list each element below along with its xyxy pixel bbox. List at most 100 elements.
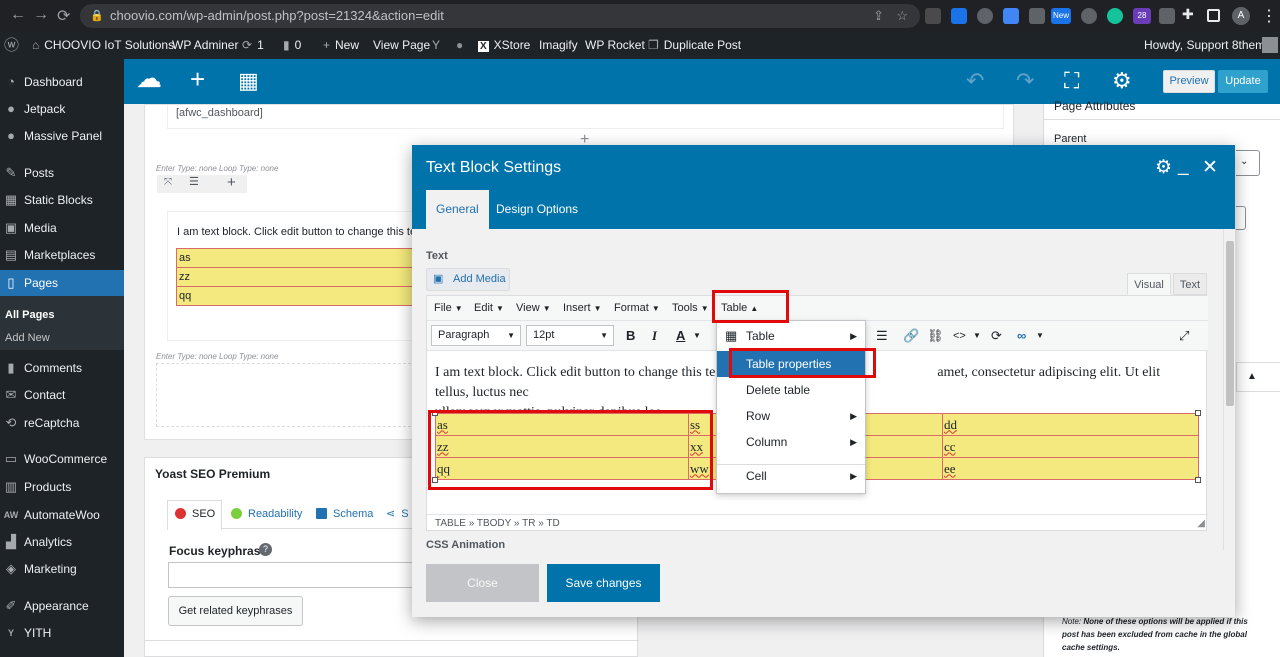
address-bar[interactable]: 🔒 choovio.com/wp-admin/post.php?post=213…: [80, 4, 920, 28]
save-changes-button[interactable]: Save changes: [547, 564, 660, 602]
extension-docs-icon[interactable]: [951, 8, 967, 24]
admin-bar-imagify[interactable]: Imagify: [539, 32, 578, 59]
reload-icon[interactable]: ⟳: [57, 6, 70, 26]
back-icon[interactable]: ←: [10, 6, 26, 24]
sidebar-item-woocommerce[interactable]: ▭ WooCommerce: [0, 446, 124, 472]
menu-tools[interactable]: Tools ▼: [672, 296, 709, 321]
sidebar-item-jetpack[interactable]: ● Jetpack: [0, 96, 124, 122]
admin-bar-howdy[interactable]: Howdy, Support 8theme: [1144, 32, 1272, 59]
move-icon[interactable]: ⤧: [164, 177, 172, 188]
fullscreen-icon[interactable]: ⛶: [1064, 69, 1079, 93]
tab-text[interactable]: Text: [1173, 273, 1207, 295]
yoast-tab-schema[interactable]: Schema: [316, 500, 373, 528]
layout-icon[interactable]: ▦: [238, 69, 259, 93]
sidebar-item-yith[interactable]: Y YITH: [0, 620, 124, 646]
tab-general[interactable]: General: [426, 190, 489, 229]
admin-bar-view-page[interactable]: View Page: [373, 32, 430, 59]
side-panel-icon[interactable]: [1207, 9, 1220, 22]
sidebar-sub-add-new[interactable]: Add New: [5, 332, 50, 344]
extension-x-icon[interactable]: [1159, 8, 1175, 24]
forward-icon[interactable]: →: [33, 6, 49, 24]
font-size-select[interactable]: 12pt ▼: [526, 325, 614, 346]
sidebar-item-comments[interactable]: ▮ Comments: [0, 355, 124, 381]
resize-handle[interactable]: [1195, 410, 1201, 416]
sidebar-item-posts[interactable]: ✎ Posts: [0, 160, 124, 186]
column-icon[interactable]: ☰: [189, 175, 199, 188]
resize-handle[interactable]: [1195, 477, 1201, 483]
sidebar-item-products[interactable]: ▥ Products: [0, 474, 124, 500]
admin-bar-site[interactable]: ⌂ CHOOVIO IoT Solutions: [32, 32, 174, 59]
admin-bar-comments[interactable]: ▮ 0: [283, 32, 301, 59]
admin-bar-duplicate-post[interactable]: ❐ Duplicate Post: [648, 32, 741, 59]
wordpress-logo-icon[interactable]: ⓦ: [4, 32, 19, 59]
admin-bar-updates[interactable]: ⟳ 1: [242, 32, 264, 59]
tab-visual[interactable]: Visual: [1127, 273, 1171, 295]
help-icon[interactable]: ?: [259, 543, 272, 556]
profile-avatar[interactable]: A: [1232, 7, 1250, 25]
sidebar-item-marketplaces[interactable]: ▤ Marketplaces: [0, 242, 124, 268]
add-element-icon[interactable]: +: [190, 66, 205, 92]
italic-icon[interactable]: I: [652, 327, 657, 345]
table-cell[interactable]: ee: [942, 457, 1199, 480]
grammarly-extension-icon[interactable]: [1107, 8, 1123, 24]
chevron-down-icon[interactable]: ▼: [973, 327, 981, 345]
chevron-down-icon[interactable]: ▼: [693, 327, 701, 345]
extensions-puzzle-icon[interactable]: ✚: [1182, 6, 1198, 22]
sidebar-sub-all-pages[interactable]: All Pages: [5, 309, 55, 321]
menu-file[interactable]: File ▼: [434, 296, 463, 321]
extension-icon[interactable]: [925, 8, 941, 24]
get-related-keyphrases-button[interactable]: Get related keyphrases: [168, 596, 303, 626]
extension-translate-icon[interactable]: [1003, 8, 1019, 24]
bookmark-star-icon[interactable]: ☆: [896, 4, 908, 28]
menu-view[interactable]: View ▼: [516, 296, 551, 321]
menu-item-row[interactable]: Row ▶: [717, 403, 865, 429]
user-avatar[interactable]: [1262, 37, 1278, 53]
browser-menu-icon[interactable]: ⋮: [1261, 6, 1277, 26]
add-row-icon[interactable]: +: [227, 174, 236, 191]
align-icon[interactable]: ☰: [876, 327, 888, 345]
yoast-admin-icon[interactable]: Y: [432, 32, 440, 59]
redo-icon[interactable]: ↷: [1016, 69, 1034, 93]
extension-new-icon[interactable]: New: [1051, 8, 1071, 24]
yoast-tab-readability[interactable]: Readability: [231, 500, 302, 528]
settings-gear-icon[interactable]: ⚙: [1112, 69, 1132, 93]
menu-insert[interactable]: Insert ▼: [563, 296, 602, 321]
sidebar-item-media[interactable]: ▣ Media: [0, 215, 124, 241]
fullscreen-icon[interactable]: ⤢: [1179, 327, 1189, 345]
modal-settings-gear-icon[interactable]: ⚙: [1155, 158, 1172, 178]
empty-row-placeholder[interactable]: [156, 363, 416, 427]
order-field[interactable]: [1236, 206, 1246, 230]
sidebar-item-contact[interactable]: ✉ Contact: [0, 382, 124, 408]
menu-item-delete-table[interactable]: Delete table: [717, 377, 865, 403]
close-button[interactable]: Close: [426, 564, 539, 602]
refresh-icon[interactable]: ⟳: [991, 327, 1002, 345]
undo-icon[interactable]: ↶: [966, 69, 984, 93]
table-cell[interactable]: dd: [942, 413, 1199, 436]
menu-edit[interactable]: Edit ▼: [474, 296, 504, 321]
sidebar-item-marketing[interactable]: ◈ Marketing: [0, 556, 124, 582]
text-block-preview[interactable]: I am text block. Click edit button to ch…: [167, 211, 425, 341]
status-dot-icon[interactable]: ●: [456, 32, 463, 59]
sidebar-item-automatewoo[interactable]: AW AutomateWoo: [0, 502, 124, 528]
yoast-tab-social[interactable]: ⋖ S: [386, 500, 409, 528]
element-path[interactable]: TABLE » TBODY » TR » TD: [435, 518, 560, 529]
admin-bar-wp-rocket[interactable]: WP Rocket: [585, 32, 645, 59]
sidebar-item-dashboard[interactable]: ◔ Dashboard: [0, 69, 124, 95]
minimize-icon[interactable]: _: [1178, 156, 1189, 176]
update-button[interactable]: Update: [1218, 70, 1268, 93]
shortcode-block[interactable]: [afwc_dashboard]: [167, 105, 1004, 129]
resize-grip-icon[interactable]: ◢: [1197, 515, 1205, 532]
menu-format[interactable]: Format ▼: [614, 296, 660, 321]
yoast-tab-seo[interactable]: SEO: [175, 500, 215, 528]
infinity-icon[interactable]: ∞: [1017, 327, 1026, 345]
chevron-down-icon[interactable]: ▼: [1036, 327, 1044, 345]
extension-counter-icon[interactable]: 28: [1133, 8, 1151, 24]
modal-scrollbar[interactable]: [1223, 229, 1235, 550]
menu-item-table[interactable]: ▦ Table ▶: [717, 323, 865, 349]
admin-bar-xstore[interactable]: X XStore: [478, 32, 530, 59]
paragraph-format-select[interactable]: Paragraph ▼: [431, 325, 521, 346]
sidebar-item-recaptcha[interactable]: ⟲ reCaptcha: [0, 410, 124, 436]
extension-globe-icon[interactable]: [977, 8, 993, 24]
parent-select[interactable]: ⌄: [1236, 150, 1260, 176]
extension-grid-icon[interactable]: [1081, 8, 1097, 24]
